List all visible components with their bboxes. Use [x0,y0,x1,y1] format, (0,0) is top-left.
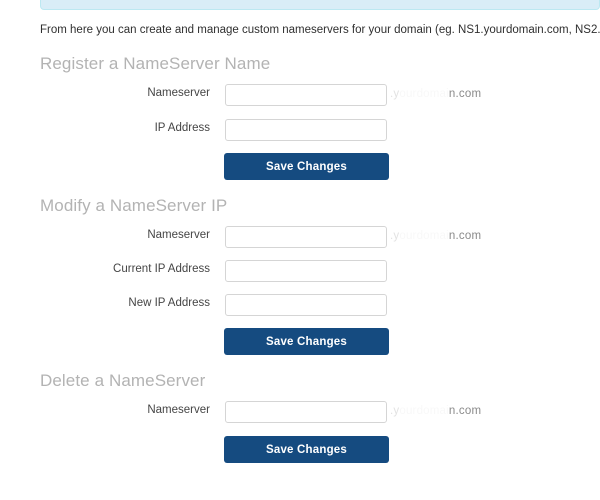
intro-description: From here you can create and manage cust… [40,24,600,36]
save-button-modify[interactable]: Save Changes [224,328,389,355]
domain-suffix-hidden: ourdomai [399,230,449,242]
form-row-delete-nameserver: Nameserver .yourdomain.com [0,401,600,423]
form-row-register-ip: IP Address [0,119,600,141]
label-register-nameserver: Nameserver [147,87,210,99]
label-modify-current-ip-address: Current IP Address [113,263,210,275]
form-row-modify-new-ip: New IP Address [0,294,600,316]
form-row-modify-nameserver: Nameserver .yourdomain.com [0,226,600,248]
domain-suffix-tail: n.com [448,230,482,242]
input-modify-nameserver[interactable] [225,226,387,248]
domain-suffix-modify-nameserver: .yourdomain.com [390,230,481,242]
domain-suffix-tail: n.com [448,88,482,100]
domain-suffix-tail: n.com [448,405,482,417]
input-modify-current-ip-address[interactable] [225,260,387,282]
domain-suffix-hidden: ourdomai [399,88,449,100]
domain-suffix-register-nameserver: .yourdomain.com [390,88,481,100]
domain-suffix-delete-nameserver: .yourdomain.com [390,405,481,417]
input-modify-new-ip-address[interactable] [225,294,387,316]
label-modify-nameserver: Nameserver [147,229,210,241]
section-title-delete: Delete a NameServer [40,371,206,390]
domain-suffix-hidden: ourdomai [399,405,449,417]
label-register-ip-address: IP Address [154,122,210,134]
form-row-modify-current-ip: Current IP Address [0,260,600,282]
input-delete-nameserver[interactable] [225,401,387,423]
label-delete-nameserver: Nameserver [147,404,210,416]
input-register-nameserver[interactable] [225,84,387,106]
input-register-ip-address[interactable] [225,119,387,141]
save-button-register[interactable]: Save Changes [224,153,389,180]
custom-nameservers-page: From here you can create and manage cust… [0,0,600,500]
label-modify-new-ip-address: New IP Address [128,297,210,309]
section-title-register: Register a NameServer Name [40,54,271,73]
form-row-register-nameserver: Nameserver .yourdomain.com [0,84,600,106]
info-banner [40,0,600,10]
section-title-modify: Modify a NameServer IP [40,196,228,215]
save-button-delete[interactable]: Save Changes [224,436,389,463]
